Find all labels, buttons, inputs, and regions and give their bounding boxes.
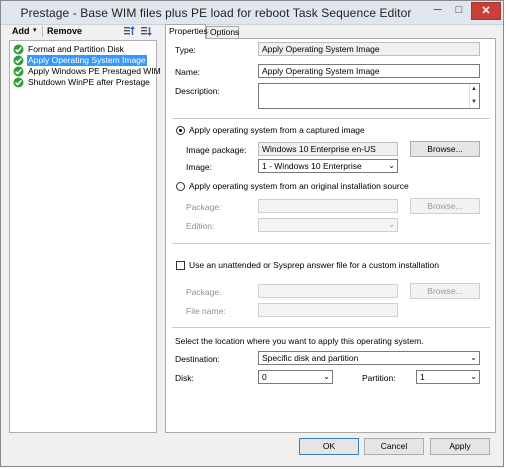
file-name-label: File name: xyxy=(186,306,226,316)
description-label: Description: xyxy=(175,86,220,96)
location-prompt: Select the location where you want to ap… xyxy=(175,336,424,346)
apply-button[interactable]: Apply xyxy=(430,438,490,455)
remove-button[interactable]: Remove xyxy=(47,26,82,36)
section-divider xyxy=(172,327,490,328)
tree-item-label: Format and Partition Disk xyxy=(28,44,124,54)
file-name-field xyxy=(258,303,398,317)
tree-item-apply-os-image[interactable]: Apply Operating System Image xyxy=(13,55,153,66)
green-check-icon xyxy=(13,44,24,55)
properties-panel: Type: Apply Operating System Image Name:… xyxy=(165,38,496,433)
original-package-label: Package: xyxy=(186,202,222,212)
partition-select-value: 1 xyxy=(420,372,425,382)
image-select[interactable]: 1 - Windows 10 Enterprise ⌄ xyxy=(258,159,398,173)
move-up-icon[interactable] xyxy=(123,25,135,37)
task-sequence-tree[interactable]: Format and Partition Disk Apply Operatin… xyxy=(9,40,161,433)
minimize-button[interactable]: ─ xyxy=(427,2,448,20)
destination-select[interactable]: Specific disk and partition ⌄ xyxy=(258,351,480,365)
scroll-down-icon[interactable]: ▼ xyxy=(471,99,477,106)
green-check-icon xyxy=(13,66,24,77)
chevron-down-icon: ⌄ xyxy=(323,372,330,381)
answer-file-checkbox[interactable] xyxy=(176,261,185,270)
image-package-browse-button[interactable]: Browse... xyxy=(410,141,480,157)
name-input[interactable]: Apply Operating System Image xyxy=(258,64,480,78)
captured-image-radio-label[interactable]: Apply operating system from a captured i… xyxy=(189,125,365,135)
type-field: Apply Operating System Image xyxy=(258,42,480,56)
description-textarea[interactable]: ▲ ▼ xyxy=(258,83,480,109)
answer-package-browse-button[interactable]: Browse... xyxy=(410,283,480,299)
task-sequence-pane: Add ▾ Remove Format and Partition Disk A… xyxy=(9,25,161,433)
destination-label: Destination: xyxy=(175,354,220,364)
original-package-field xyxy=(258,199,398,213)
chevron-down-icon: ⌄ xyxy=(388,220,395,229)
disk-label: Disk: xyxy=(175,373,194,383)
task-sequence-editor-window: Prestage - Base WIM files plus PE load f… xyxy=(0,0,504,467)
disk-select-value: 0 xyxy=(262,372,267,382)
maximize-button[interactable]: □ xyxy=(449,2,469,20)
move-down-icon[interactable] xyxy=(140,25,152,37)
tree-item-label: Apply Windows PE Prestaged WIM xyxy=(28,66,161,76)
sequence-toolbar: Add ▾ Remove xyxy=(9,25,157,39)
chevron-down-icon: ⌄ xyxy=(470,353,477,362)
answer-file-checkbox-label[interactable]: Use an unattended or Sysprep answer file… xyxy=(189,260,439,270)
tab-properties[interactable]: Properties xyxy=(165,24,208,39)
name-label: Name: xyxy=(175,67,201,77)
add-button[interactable]: Add xyxy=(12,26,30,36)
answer-package-label: Package: xyxy=(186,287,222,297)
edition-select[interactable]: ⌄ xyxy=(258,218,398,232)
image-package-label: Image package: xyxy=(186,145,247,155)
tree-item-format-partition[interactable]: Format and Partition Disk xyxy=(13,44,153,55)
add-dropdown-caret-icon[interactable]: ▾ xyxy=(33,26,37,34)
type-label: Type: xyxy=(175,45,196,55)
original-source-radio[interactable] xyxy=(176,182,185,191)
window-title: Prestage - Base WIM files plus PE load f… xyxy=(20,6,412,20)
partition-label: Partition: xyxy=(362,373,396,383)
image-package-field: Windows 10 Enterprise en-US xyxy=(258,142,398,156)
section-divider xyxy=(172,243,490,244)
captured-image-radio[interactable] xyxy=(176,126,185,135)
tab-options[interactable]: Options xyxy=(206,26,239,38)
green-check-icon xyxy=(13,77,24,88)
ok-button[interactable]: OK xyxy=(299,438,359,455)
section-divider xyxy=(172,118,490,119)
scroll-up-icon[interactable]: ▲ xyxy=(471,86,477,93)
image-select-value: 1 - Windows 10 Enterprise xyxy=(262,161,362,171)
partition-select[interactable]: 1 ⌄ xyxy=(416,370,480,384)
answer-package-field xyxy=(258,284,398,298)
original-package-browse-button[interactable]: Browse... xyxy=(410,198,480,214)
tree-item-shutdown-winpe[interactable]: Shutdown WinPE after Prestage xyxy=(13,77,153,88)
disk-select[interactable]: 0 ⌄ xyxy=(258,370,333,384)
destination-select-value: Specific disk and partition xyxy=(262,353,359,363)
close-button[interactable]: ✕ xyxy=(471,2,501,20)
toolbar-divider xyxy=(42,26,43,37)
image-label: Image: xyxy=(186,162,212,172)
description-scrollbar[interactable]: ▲ ▼ xyxy=(469,84,479,108)
tree-item-label: Shutdown WinPE after Prestage xyxy=(28,77,150,87)
chevron-down-icon: ⌄ xyxy=(388,161,395,170)
edition-label: Edition: xyxy=(186,221,215,231)
original-source-radio-label[interactable]: Apply operating system from an original … xyxy=(189,181,409,191)
title-bar[interactable]: Prestage - Base WIM files plus PE load f… xyxy=(1,1,503,25)
chevron-down-icon: ⌄ xyxy=(470,372,477,381)
cancel-button[interactable]: Cancel xyxy=(364,438,424,455)
tree-item-label: Apply Operating System Image xyxy=(27,55,147,66)
tree-item-apply-winpe-wim[interactable]: Apply Windows PE Prestaged WIM xyxy=(13,66,161,77)
green-check-icon xyxy=(13,55,24,66)
